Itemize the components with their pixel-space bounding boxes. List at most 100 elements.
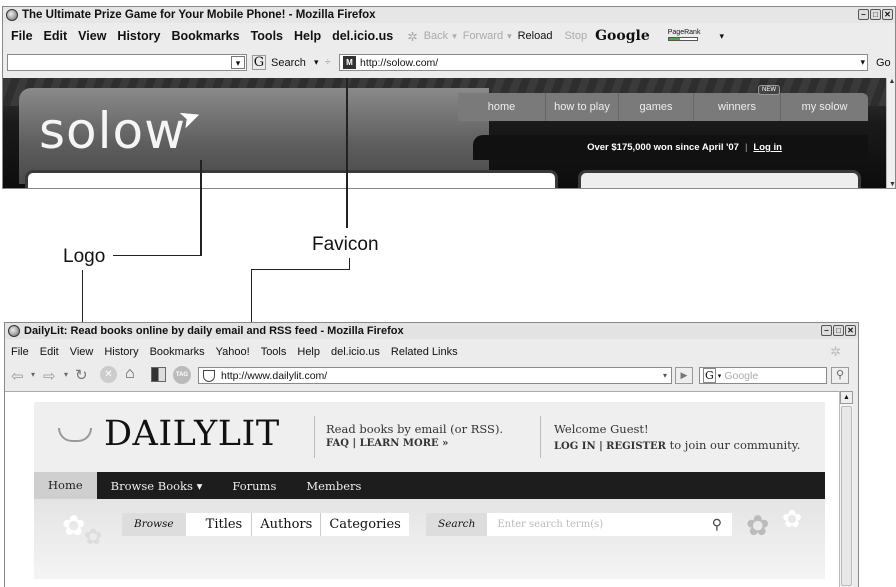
url-bar[interactable]: M http://solow.com/ ▾ bbox=[339, 54, 868, 71]
nav-browse-books[interactable]: Browse Books ▾ bbox=[111, 479, 203, 493]
back-icon[interactable]: ⇦ bbox=[11, 367, 24, 385]
search-label[interactable]: Search bbox=[271, 57, 306, 69]
welcome-text: Welcome Guest! bbox=[554, 422, 649, 436]
stop-button[interactable]: Stop bbox=[564, 30, 587, 42]
dailylit-favicon bbox=[203, 369, 215, 382]
menu-history[interactable]: History bbox=[117, 29, 160, 43]
menu-edit[interactable]: Edit bbox=[40, 346, 59, 358]
search-label-dropdown-icon[interactable]: ▾ bbox=[314, 57, 319, 68]
forward-button[interactable]: Forward bbox=[463, 30, 503, 42]
dailylit-logo[interactable]: DAILYLIT bbox=[104, 414, 280, 454]
login-register-link[interactable]: LOG IN | REGISTER bbox=[554, 441, 666, 452]
search-placeholder[interactable]: Google bbox=[724, 370, 758, 382]
site-search: Search Enter search term(s) ⚲ bbox=[426, 513, 732, 536]
title-bar: The Ultimate Prize Game for Your Mobile … bbox=[3, 7, 895, 23]
nav-how-to-play[interactable]: how to play bbox=[545, 93, 618, 121]
go-button[interactable]: Go bbox=[876, 57, 891, 69]
forward-dropdown-icon[interactable]: ▾ bbox=[64, 370, 68, 379]
tag-button[interactable]: TAG bbox=[173, 366, 191, 384]
engine-dropdown-icon[interactable]: ▾ bbox=[718, 372, 722, 380]
scroll-up-icon[interactable]: ▲ bbox=[840, 391, 853, 404]
nav-forums[interactable]: Forums bbox=[232, 479, 276, 493]
bottom-browser-window: DailyLit: Read books online by daily ema… bbox=[4, 322, 859, 587]
join-text: to join our community. bbox=[669, 438, 801, 452]
search-dropdown-icon[interactable]: ▾ bbox=[231, 56, 245, 69]
search-engine-box[interactable]: ▾ bbox=[7, 54, 247, 71]
close-icon[interactable]: ✕ bbox=[845, 325, 856, 336]
menu-file[interactable]: File bbox=[11, 29, 33, 43]
nav-games[interactable]: games bbox=[618, 93, 693, 121]
page-scrollbar[interactable]: ▲ bbox=[839, 391, 853, 587]
solow-logo[interactable]: solow bbox=[39, 102, 186, 160]
url-dropdown-icon[interactable]: ▾ bbox=[663, 371, 667, 380]
url-text[interactable]: http://solow.com/ bbox=[360, 57, 438, 69]
forward-icon[interactable]: ⇨ bbox=[43, 367, 56, 385]
url-dropdown-icon[interactable]: ▾ bbox=[860, 57, 865, 68]
menu-bookmarks[interactable]: Bookmarks bbox=[172, 29, 240, 43]
scroll-up-icon[interactable]: ▲ bbox=[887, 78, 895, 85]
back-dropdown-icon[interactable]: ▾ bbox=[31, 370, 35, 379]
delicious-icon[interactable] bbox=[151, 367, 166, 382]
firefox-icon bbox=[6, 9, 18, 21]
maximize-icon[interactable]: □ bbox=[870, 9, 881, 20]
site-search-input[interactable]: Enter search term(s) bbox=[497, 519, 603, 530]
home-icon[interactable]: ⌂ bbox=[125, 365, 135, 383]
flower-decor-left: ✿ bbox=[62, 509, 86, 542]
google-g-icon[interactable]: G bbox=[252, 55, 266, 70]
menu-bookmarks[interactable]: Bookmarks bbox=[150, 346, 205, 358]
menu-file[interactable]: File bbox=[11, 346, 29, 358]
login-link[interactable]: Log in bbox=[753, 142, 782, 153]
close-icon[interactable]: ✕ bbox=[882, 9, 893, 20]
promo-text: Over $175,000 won since April '07 bbox=[587, 142, 739, 153]
forward-dropdown-icon[interactable]: ▾ bbox=[507, 31, 512, 42]
pagerank-widget[interactable]: PageRank bbox=[667, 29, 712, 43]
site-search-icon[interactable]: ⚲ bbox=[712, 517, 722, 533]
nav-members[interactable]: Members bbox=[306, 479, 361, 493]
menu-related-links[interactable]: Related Links bbox=[391, 346, 458, 358]
browse-titles-tab[interactable]: Titles bbox=[186, 513, 253, 536]
reload-icon[interactable]: ↻ bbox=[75, 366, 88, 384]
pagerank-dropdown-icon[interactable]: ▾ bbox=[719, 31, 724, 42]
solow-page: solow ➤ home how to play games winners m… bbox=[3, 78, 886, 188]
url-text[interactable]: http://www.dailylit.com/ bbox=[221, 370, 327, 382]
maximize-icon[interactable]: □ bbox=[833, 325, 844, 336]
browse-authors-tab[interactable]: Authors bbox=[252, 513, 322, 536]
back-button[interactable]: Back bbox=[424, 30, 448, 42]
browse-categories-tab[interactable]: Categories bbox=[321, 513, 409, 536]
menu-help[interactable]: Help bbox=[294, 29, 321, 43]
menu-view[interactable]: View bbox=[78, 29, 106, 43]
window-title: DailyLit: Read books online by daily ema… bbox=[24, 325, 404, 337]
nav-winners[interactable]: winners bbox=[693, 93, 780, 121]
reload-button[interactable]: Reload bbox=[518, 30, 553, 42]
top-browser-window: The Ultimate Prize Game for Your Mobile … bbox=[2, 6, 896, 189]
scroll-down-icon[interactable]: ▼ bbox=[889, 181, 895, 188]
menu-tools[interactable]: Tools bbox=[261, 346, 287, 358]
menu-help[interactable]: Help bbox=[297, 346, 320, 358]
minimize-icon[interactable]: – bbox=[821, 325, 832, 336]
menu-edit[interactable]: Edit bbox=[44, 29, 68, 43]
url-bar[interactable]: http://www.dailylit.com/ ▾ bbox=[198, 367, 672, 384]
menu-delicious[interactable]: del.icio.us bbox=[332, 29, 393, 43]
google-toolbar-logo[interactable]: Google bbox=[595, 28, 650, 44]
pagerank-label: PageRank bbox=[667, 29, 701, 36]
scrollbar[interactable]: ▲ ▼ bbox=[886, 78, 895, 188]
menu-yahoo[interactable]: Yahoo! bbox=[216, 346, 250, 358]
scroll-thumb[interactable] bbox=[841, 406, 852, 586]
minimize-icon[interactable]: – bbox=[858, 9, 869, 20]
stop-icon[interactable]: ✕ bbox=[100, 366, 117, 383]
solow-nav: home how to play games winners my solow … bbox=[458, 85, 868, 121]
nav-home[interactable]: home bbox=[458, 93, 545, 121]
nav-my-solow[interactable]: my solow bbox=[780, 93, 868, 121]
back-dropdown-icon[interactable]: ▾ bbox=[452, 31, 457, 42]
nav-home[interactable]: Home bbox=[34, 472, 97, 499]
faq-learn-more-link[interactable]: FAQ | LEARN MORE » bbox=[326, 438, 448, 449]
search-magnifier-icon[interactable]: ⚲ bbox=[831, 367, 849, 384]
menu-delicious[interactable]: del.icio.us bbox=[331, 346, 380, 358]
menu-tools[interactable]: Tools bbox=[251, 29, 283, 43]
google-g-icon[interactable]: G bbox=[703, 368, 716, 383]
flower-decor-right-2: ✿ bbox=[782, 505, 803, 533]
menu-view[interactable]: View bbox=[70, 346, 94, 358]
search-box[interactable]: G ▾ Google bbox=[699, 367, 827, 384]
menu-history[interactable]: History bbox=[104, 346, 138, 358]
go-arrow-icon[interactable]: ▶ bbox=[675, 367, 693, 384]
